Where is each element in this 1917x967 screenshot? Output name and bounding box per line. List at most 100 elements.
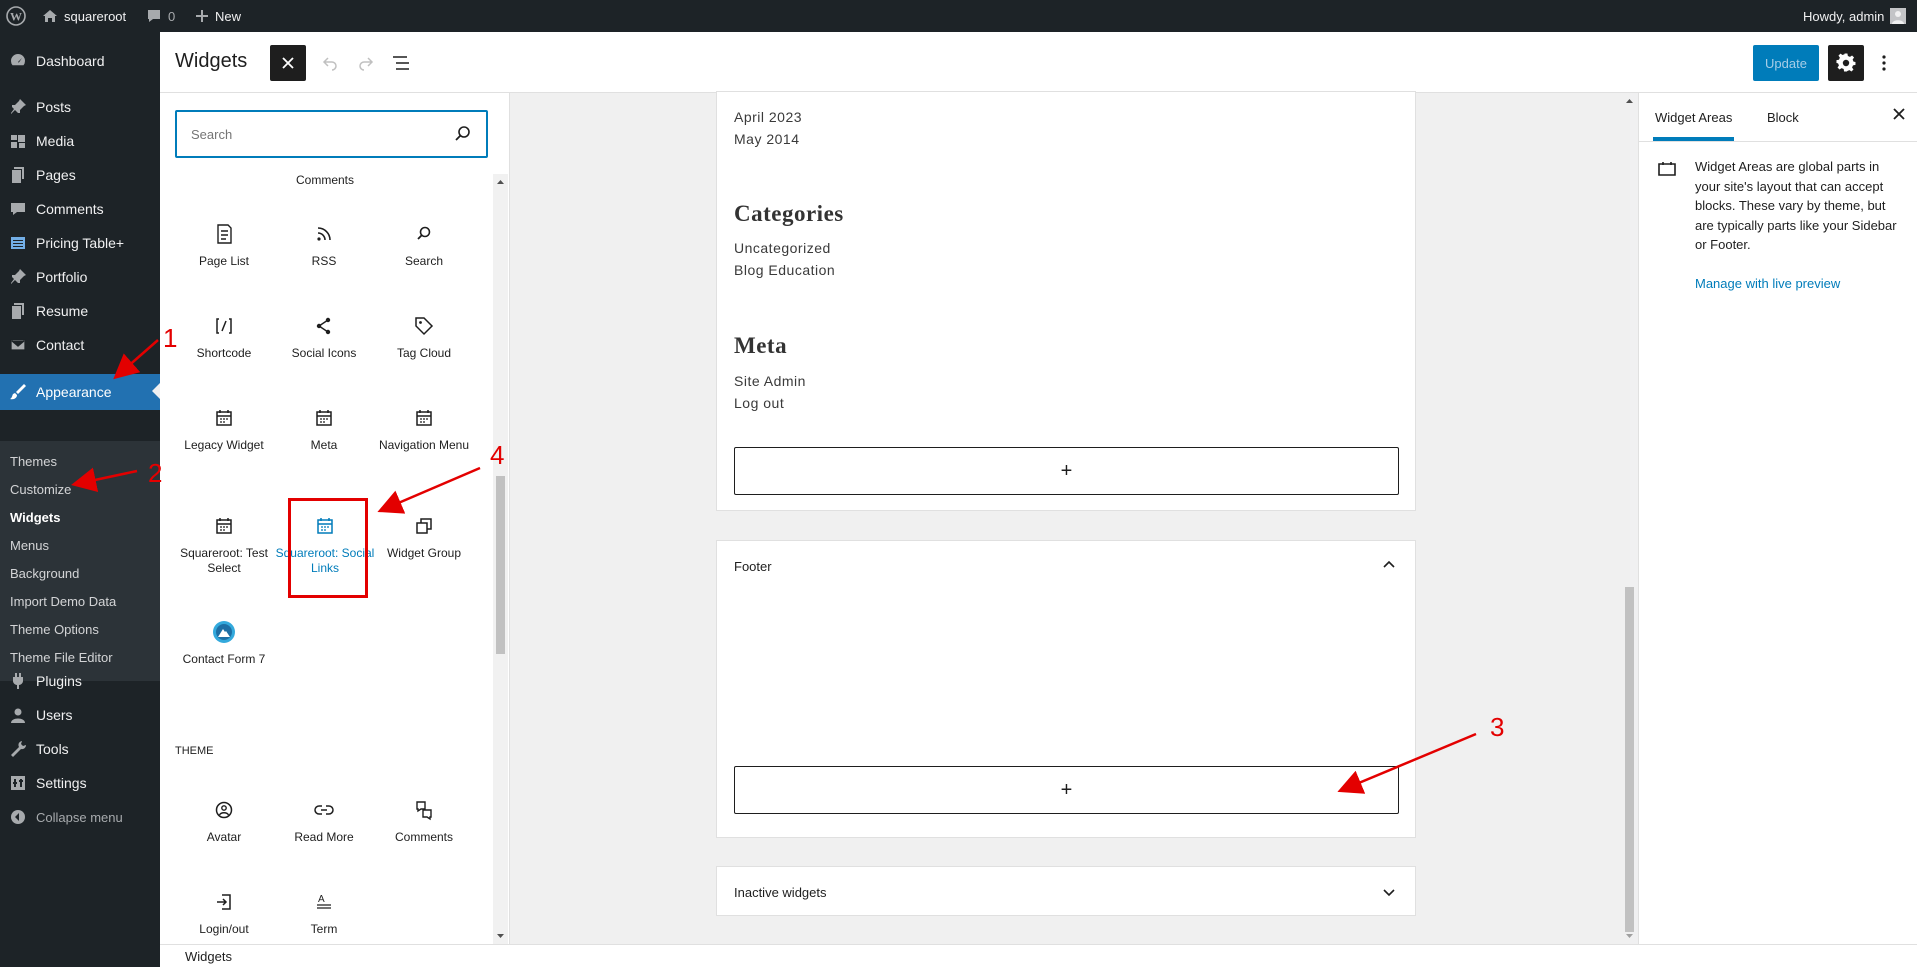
block-item-meta[interactable]: Meta [274,406,374,453]
category-link[interactable]: Blog Education [734,262,835,278]
tab-widget-areas[interactable]: Widget Areas [1652,93,1735,141]
block-item-squareroot-test-select[interactable]: Squareroot: Test Select [174,514,274,576]
archive-link[interactable]: April 2023 [734,109,802,125]
submenu-menus[interactable]: Menus [10,538,49,553]
category-link[interactable]: Uncategorized [734,240,831,256]
redo-button[interactable] [348,45,384,81]
calendar-icon [212,406,236,430]
site-name-link[interactable]: squareroot [42,0,126,32]
scroll-down-icon[interactable] [496,932,505,940]
menu-label: Users [36,707,73,723]
menu-item-appearance[interactable]: Appearance [0,374,160,410]
my-account-link[interactable]: Howdy, admin [1803,0,1907,32]
settings-icon [0,774,36,792]
search-icon[interactable] [452,123,474,145]
chevron-up-icon[interactable] [1381,557,1397,573]
rss-icon [312,222,336,246]
block-item-rss[interactable]: RSS [274,222,374,269]
block-item-comments-top[interactable]: Comments [275,173,375,188]
tab-block[interactable]: Block [1767,93,1799,141]
submenu-themes[interactable]: Themes [10,454,57,469]
submenu-import-demo-data[interactable]: Import Demo Data [10,594,116,609]
menu-item-tools[interactable]: Tools [0,732,160,766]
scroll-up-icon[interactable] [1625,97,1634,105]
comments-count: 0 [168,8,176,24]
menu-item-comments[interactable]: Comments [0,192,160,226]
block-item-login-out[interactable]: Login/out [174,890,274,937]
menu-item-pricing-table[interactable]: Pricing Table+ [0,226,160,260]
plus-icon [196,10,208,22]
undo-button[interactable] [312,45,348,81]
breadcrumb[interactable]: Widgets [185,949,232,964]
close-inserter-button[interactable] [270,45,306,81]
menu-item-portfolio[interactable]: Portfolio [0,260,160,294]
table-icon [0,234,36,252]
comments-link[interactable]: 0 [146,0,175,32]
block-item-avatar[interactable]: Avatar [174,798,274,845]
menu-item-contact[interactable]: Contact [0,328,160,362]
block-item-social-icons[interactable]: Social Icons [274,314,374,361]
menu-label: Comments [36,201,104,217]
close-icon [282,57,294,69]
block-item-term[interactable]: A Term [274,890,374,937]
login-icon [212,890,236,914]
submenu-customize[interactable]: Customize [10,482,71,497]
footer-area-title[interactable]: Footer [734,559,772,574]
menu-item-posts[interactable]: Posts [0,90,160,124]
term-icon: A [312,890,336,914]
canvas-scrollbar-thumb[interactable] [1625,587,1634,932]
footer-add-block-button[interactable]: + [734,766,1399,814]
submenu-theme-file-editor[interactable]: Theme File Editor [10,650,113,665]
manage-live-preview-link[interactable]: Manage with live preview [1695,276,1840,291]
chevron-down-icon[interactable] [1381,884,1397,900]
list-view-button[interactable] [383,45,419,81]
new-content-link[interactable]: New [195,0,241,32]
scroll-up-icon[interactable] [496,178,505,186]
block-item-read-more[interactable]: Read More [274,798,374,845]
block-item-search[interactable]: Search [374,222,474,269]
menu-label: Collapse menu [36,809,123,825]
block-item-comments[interactable]: Comments [374,798,474,845]
widget-areas-description: Widget Areas are global parts in your si… [1695,159,1897,252]
meta-link[interactable]: Log out [734,395,784,411]
submenu-widgets[interactable]: Widgets [10,510,60,525]
block-item-navigation-menu[interactable]: Navigation Menu [374,406,474,453]
block-label: Shortcode [196,346,252,360]
close-icon[interactable] [1892,107,1906,121]
menu-item-dashboard[interactable]: Dashboard [0,44,160,78]
menu-item-resume[interactable]: Resume [0,294,160,328]
comment-icon [0,200,36,218]
block-item-shortcode[interactable]: Shortcode [174,314,274,361]
add-block-button[interactable]: + [734,447,1399,495]
meta-link[interactable]: Site Admin [734,373,806,389]
menu-item-users[interactable]: Users [0,698,160,732]
collapse-menu-button[interactable]: Collapse menu [0,800,160,834]
wordpress-logo-icon[interactable]: W [6,0,26,32]
scroll-down-icon[interactable] [1625,932,1634,940]
settings-toggle-button[interactable] [1828,45,1864,81]
menu-label: Media [36,133,75,149]
menu-item-media[interactable]: Media [0,124,160,158]
archive-link[interactable]: May 2014 [734,131,799,147]
block-item-page-list[interactable]: Page List [174,222,274,269]
block-label: Term [310,922,338,936]
canvas-scrollbar[interactable] [1622,93,1634,944]
avatar-icon [212,798,236,822]
search-input[interactable] [189,124,439,144]
inserter-scrollbar-thumb[interactable] [496,476,505,654]
block-item-legacy-widget[interactable]: Legacy Widget [174,406,274,453]
block-item-contact-form-7[interactable]: Contact Form 7 [174,620,274,667]
block-item-widget-group[interactable]: Widget Group [374,514,474,561]
menu-item-pages[interactable]: Pages [0,158,160,192]
update-button[interactable]: Update [1753,45,1819,81]
menu-item-plugins[interactable]: Plugins [0,664,160,698]
options-menu-button[interactable] [1872,45,1896,81]
block-item-tag-cloud[interactable]: Tag Cloud [374,314,474,361]
submenu-background[interactable]: Background [10,566,79,581]
submenu-theme-options[interactable]: Theme Options [10,622,99,637]
link-icon [312,798,336,822]
inactive-widgets-title[interactable]: Inactive widgets [734,885,827,900]
inserter-scrollbar[interactable] [493,174,508,944]
annotation-number-3: 3 [1490,712,1505,742]
menu-item-settings[interactable]: Settings [0,766,160,800]
